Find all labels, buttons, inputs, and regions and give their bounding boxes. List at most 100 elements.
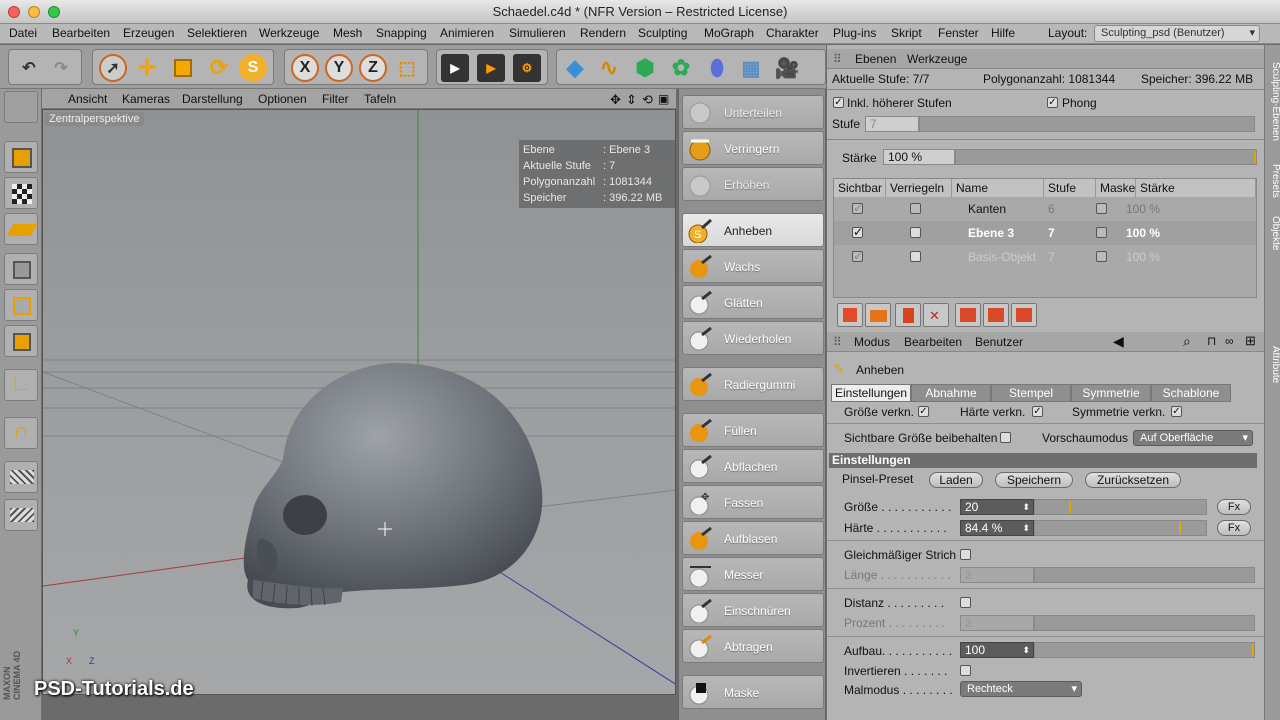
- menu-mograph[interactable]: MoGraph: [704, 26, 754, 40]
- search-icon[interactable]: ⌕: [1183, 333, 1191, 350]
- subtab-einstellungen[interactable]: Einstellungen: [831, 384, 911, 402]
- col-header[interactable]: Stärke: [1136, 179, 1256, 197]
- subtab-stempel[interactable]: Stempel: [991, 384, 1071, 402]
- layout-select[interactable]: Sculpting_psd (Benutzer) ▾: [1094, 25, 1260, 42]
- link-icon[interactable]: ∞: [1225, 334, 1234, 348]
- distance-checkbox[interactable]: [960, 597, 971, 608]
- maximize-view-icon[interactable]: ▣: [658, 92, 669, 106]
- brush-wachs-button[interactable]: Wachs: [682, 249, 824, 283]
- hardness-field[interactable]: 84.4 % ⬍: [960, 520, 1034, 536]
- level-slider[interactable]: [919, 116, 1255, 132]
- mask-checkbox[interactable]: [1096, 251, 1107, 262]
- floor-scene-icon[interactable]: ▦: [737, 54, 765, 82]
- visible-checkbox[interactable]: ✓: [852, 202, 863, 214]
- close-window-icon[interactable]: [8, 6, 20, 18]
- symmetry-link-checkbox[interactable]: ✓: [1171, 406, 1182, 417]
- vp-menu-filter[interactable]: Filter: [322, 92, 349, 106]
- vp-menu-kameras[interactable]: Kameras: [122, 92, 170, 106]
- mask-checkbox[interactable]: [1096, 227, 1107, 238]
- even-stroke-checkbox[interactable]: [960, 549, 971, 560]
- visible-checkbox[interactable]: ✓: [852, 226, 863, 238]
- side-tab-objekte[interactable]: Objekte: [1265, 209, 1280, 257]
- hardness-link-checkbox[interactable]: ✓: [1032, 406, 1043, 417]
- zoom-view-icon[interactable]: ⇕: [626, 92, 637, 108]
- planar-workplane-icon[interactable]: [4, 499, 38, 531]
- percent-field[interactable]: 2: [960, 615, 1034, 631]
- scale-icon[interactable]: [169, 54, 197, 82]
- menu-erzeugen[interactable]: Erzeugen: [123, 26, 174, 40]
- invert-checkbox[interactable]: [960, 665, 971, 676]
- menu-datei[interactable]: Datei: [9, 26, 37, 40]
- size-fx-button[interactable]: Fx: [1217, 499, 1251, 515]
- brush-abtragen-button[interactable]: Abtragen: [682, 629, 824, 663]
- undo-icon[interactable]: ↶: [15, 54, 43, 82]
- paint-mode-select[interactable]: Rechteck ▾: [960, 681, 1082, 697]
- move-view-icon[interactable]: ✥: [610, 92, 621, 108]
- col-header[interactable]: Sichtbar: [834, 179, 886, 197]
- brush-fassen-button[interactable]: ✥ Fassen: [682, 485, 824, 519]
- zoom-window-icon[interactable]: [48, 6, 60, 18]
- include-higher-levels-checkbox[interactable]: ✓: [833, 97, 844, 108]
- edges-mode-icon[interactable]: [4, 289, 38, 321]
- brush-verringern-button[interactable]: Verringern: [682, 131, 824, 165]
- tab-werkzeuge[interactable]: Werkzeuge: [907, 52, 967, 66]
- level-field[interactable]: 7: [865, 116, 919, 132]
- z-axis-lock-icon[interactable]: Z: [359, 54, 387, 82]
- brush-aufblasen-button[interactable]: Aufblasen: [682, 521, 824, 555]
- hardness-fx-button[interactable]: Fx: [1217, 520, 1251, 536]
- brush-wiederholen-button[interactable]: Wiederholen: [682, 321, 824, 355]
- lock-checkbox[interactable]: [910, 251, 921, 262]
- menu-fenster[interactable]: Fenster: [938, 26, 979, 40]
- brush-radiergummi-button[interactable]: Radiergummi: [682, 367, 824, 401]
- menu-werkzeuge[interactable]: Werkzeuge: [259, 26, 319, 40]
- layer-row[interactable]: ✓ Basis-Objekt 7 100 %: [834, 245, 1256, 269]
- menu-bearbeiten[interactable]: Bearbeiten: [52, 26, 110, 40]
- skull-model[interactable]: [243, 362, 543, 609]
- brush-messer-button[interactable]: Messer: [682, 557, 824, 591]
- buildup-slider[interactable]: [1034, 642, 1255, 658]
- size-field[interactable]: 20 ⬍: [960, 499, 1034, 515]
- menu-hilfe[interactable]: Hilfe: [991, 26, 1015, 40]
- brush-einschnueren-button[interactable]: Einschnüren: [682, 593, 824, 627]
- col-header[interactable]: Maske: [1096, 179, 1136, 197]
- select-arrow-icon[interactable]: ➚: [99, 54, 127, 82]
- polygons-mode-icon[interactable]: [4, 325, 38, 357]
- menu-animieren[interactable]: Animieren: [440, 26, 494, 40]
- size-slider[interactable]: [1034, 499, 1207, 515]
- length-slider[interactable]: [1034, 567, 1255, 583]
- rotate-view-icon[interactable]: ⟲: [642, 92, 653, 108]
- spline-pen-icon[interactable]: ∿: [595, 54, 623, 82]
- new-folder-icon[interactable]: [865, 303, 891, 327]
- side-tab-presets[interactable]: Presets: [1265, 159, 1280, 203]
- save-preset-button[interactable]: Speichern: [995, 472, 1073, 488]
- merge-visible-icon[interactable]: [983, 303, 1009, 327]
- stepper-icon[interactable]: ⬍: [1022, 643, 1030, 657]
- hardness-slider[interactable]: [1034, 520, 1207, 536]
- menu-snapping[interactable]: Snapping: [376, 26, 427, 40]
- menu-simulieren[interactable]: Simulieren: [509, 26, 566, 40]
- menu-sculpting[interactable]: Sculpting: [638, 26, 687, 40]
- layer-row[interactable]: ✓ Ebene 3 7 100 %: [834, 221, 1256, 245]
- brush-glaetten-button[interactable]: Glätten: [682, 285, 824, 319]
- side-tab-attribute[interactable]: Attribute: [1265, 337, 1280, 393]
- lock-checkbox[interactable]: [910, 203, 921, 214]
- phong-checkbox[interactable]: ✓: [1047, 97, 1058, 108]
- points-mode-icon[interactable]: [4, 253, 38, 285]
- strength-slider[interactable]: [955, 149, 1257, 165]
- x-axis-lock-icon[interactable]: X: [291, 54, 319, 82]
- subtab-schablone[interactable]: Schablone: [1151, 384, 1231, 402]
- vp-menu-darstellung[interactable]: Darstellung: [182, 92, 243, 106]
- menu-modus[interactable]: Modus: [854, 335, 890, 349]
- strength-field[interactable]: 100 %: [883, 149, 955, 165]
- drag-handle-icon[interactable]: ⠿: [833, 52, 842, 66]
- brush-anheben-button[interactable]: S Anheben: [682, 213, 824, 247]
- axis-mode-icon[interactable]: ∟: [4, 369, 38, 401]
- drag-handle-icon[interactable]: ⠿: [833, 335, 842, 349]
- texture-mode-icon[interactable]: [4, 177, 38, 209]
- stepper-icon[interactable]: ⬍: [1022, 521, 1030, 535]
- magnet-snap-icon[interactable]: ∩: [4, 417, 38, 449]
- render-picture-icon[interactable]: ▶: [477, 54, 505, 82]
- layer-row[interactable]: ✓ Kanten 6 100 %: [834, 197, 1256, 221]
- length-field[interactable]: 2: [960, 567, 1034, 583]
- stepper-icon[interactable]: ⬍: [1022, 500, 1030, 514]
